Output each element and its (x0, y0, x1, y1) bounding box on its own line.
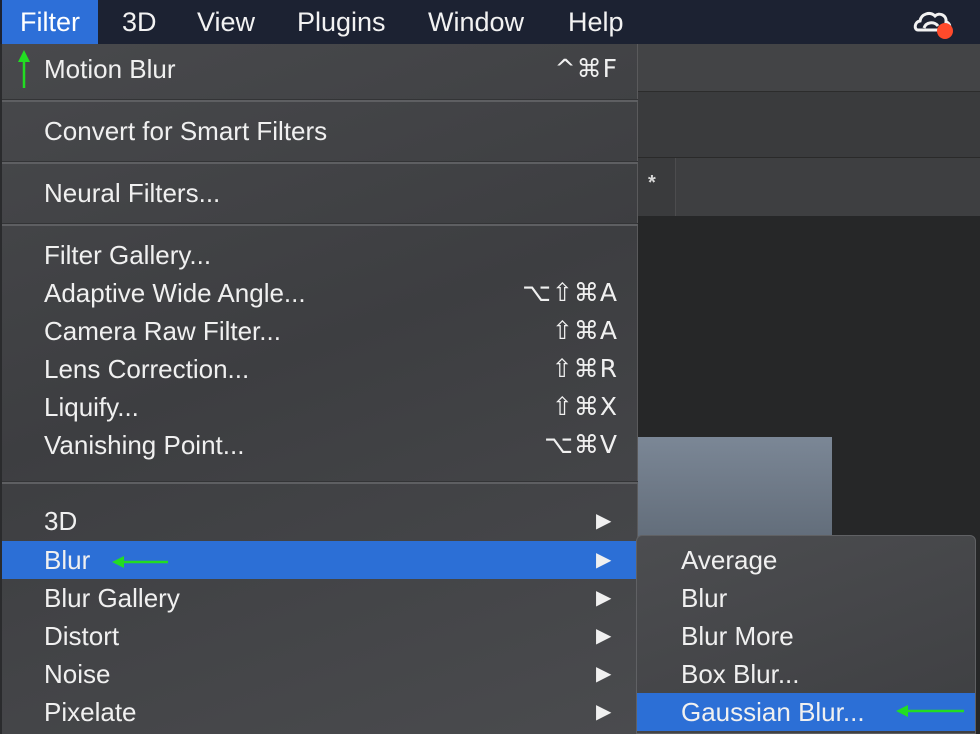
submenu-arrow-icon: ▶ (596, 587, 612, 609)
menu-item-label: Camera Raw Filter... (44, 316, 281, 346)
submenu-item-label: Blur More (681, 621, 794, 651)
submenu-item-label: Blur (681, 583, 728, 613)
canvas-image[interactable] (636, 437, 832, 547)
options-bar (636, 44, 980, 92)
menu-item-label: Blur Gallery (44, 583, 180, 613)
menu-item-vanishing-point[interactable]: Vanishing Point... ⌥⌘V (2, 426, 638, 464)
menu-item-blur-gallery[interactable]: Blur Gallery ▶ (2, 579, 638, 617)
menu-item-shortcut: ⇧⌘R (551, 354, 618, 383)
toolbar-strip (636, 92, 980, 158)
menu-item-label: Pixelate (44, 697, 137, 727)
submenu-item-box-blur[interactable]: Box Blur... (637, 655, 975, 693)
submenu-arrow-icon: ▶ (596, 549, 612, 571)
menu-item-label: Motion Blur (44, 54, 176, 84)
submenu-arrow-icon: ▶ (596, 625, 612, 647)
menu-item-motion-blur[interactable]: Motion Blur ^⌘F (2, 50, 638, 88)
annotation-arrow-left-icon (112, 556, 168, 568)
menu-separator (2, 223, 638, 226)
submenu-item-label: Average (681, 545, 778, 575)
menubar-3d[interactable]: 3D (104, 0, 175, 44)
menu-item-label: Lens Correction... (44, 354, 250, 384)
menu-item-neural-filters[interactable]: Neural Filters... (2, 174, 638, 212)
filter-menu: Motion Blur ^⌘F Convert for Smart Filter… (2, 44, 638, 734)
menu-item-label: Filter Gallery... (44, 240, 212, 270)
menu-item-label: Neural Filters... (44, 178, 221, 208)
menubar-view[interactable]: View (179, 0, 273, 44)
menu-item-label: Adaptive Wide Angle... (44, 278, 306, 308)
menu-item-label: Vanishing Point... (44, 430, 245, 460)
menu-item-shortcut: ⌥⌘V (544, 430, 618, 459)
menu-item-label: Distort (44, 621, 120, 651)
creative-cloud-icon[interactable] (912, 6, 954, 40)
menu-item-blur[interactable]: Blur ▶ (2, 541, 638, 579)
menu-item-3d[interactable]: 3D ▶ (2, 502, 638, 540)
menu-separator (2, 99, 638, 102)
menubar-plugins[interactable]: Plugins (279, 0, 404, 44)
menubar-window[interactable]: Window (410, 0, 542, 44)
menu-item-shortcut: ^⌘F (554, 54, 618, 83)
submenu-item-blur-more[interactable]: Blur More (637, 617, 975, 655)
menu-item-label: Convert for Smart Filters (44, 116, 328, 146)
menu-item-lens-correction[interactable]: Lens Correction... ⇧⌘R (2, 350, 638, 388)
submenu-arrow-icon: ▶ (596, 663, 612, 685)
menu-item-filter-gallery[interactable]: Filter Gallery... (2, 236, 638, 274)
submenu-item-label: Box Blur... (681, 659, 800, 689)
submenu-arrow-icon: ▶ (596, 510, 612, 532)
document-tab[interactable]: * (636, 158, 676, 216)
menubar-filter[interactable]: Filter (2, 0, 98, 44)
annotation-arrow-up-icon (18, 50, 30, 88)
document-tab-label: * (648, 172, 656, 194)
document-tab-bar: * (636, 158, 980, 216)
menubar-help[interactable]: Help (550, 0, 642, 44)
submenu-item-label: Gaussian Blur... (681, 697, 865, 727)
menu-item-shortcut: ⇧⌘A (551, 316, 618, 345)
menu-item-noise[interactable]: Noise ▶ (2, 655, 638, 693)
submenu-item-blur[interactable]: Blur (637, 579, 975, 617)
submenu-item-average[interactable]: Average (637, 541, 975, 579)
submenu-arrow-icon: ▶ (596, 701, 612, 723)
notification-badge (937, 23, 953, 39)
menu-item-liquify[interactable]: Liquify... ⇧⌘X (2, 388, 638, 426)
menu-item-convert-smart-filters[interactable]: Convert for Smart Filters (2, 112, 638, 150)
menu-item-label: 3D (44, 506, 78, 536)
menu-item-label: Noise (44, 659, 111, 689)
annotation-arrow-left-icon (896, 705, 964, 717)
menu-item-shortcut: ⌥⇧⌘A (522, 278, 618, 307)
menu-item-pixelate[interactable]: Pixelate ▶ (2, 693, 638, 731)
menu-item-label: Liquify... (44, 392, 139, 422)
menu-separator (2, 161, 638, 164)
menu-item-distort[interactable]: Distort ▶ (2, 617, 638, 655)
menu-bar: Filter 3D View Plugins Window Help (0, 0, 980, 44)
menu-item-shortcut: ⇧⌘X (551, 392, 618, 421)
menu-separator (2, 481, 638, 484)
menu-item-adaptive-wide-angle[interactable]: Adaptive Wide Angle... ⌥⇧⌘A (2, 274, 638, 312)
menu-item-label: Blur (44, 545, 91, 575)
menu-item-camera-raw-filter[interactable]: Camera Raw Filter... ⇧⌘A (2, 312, 638, 350)
